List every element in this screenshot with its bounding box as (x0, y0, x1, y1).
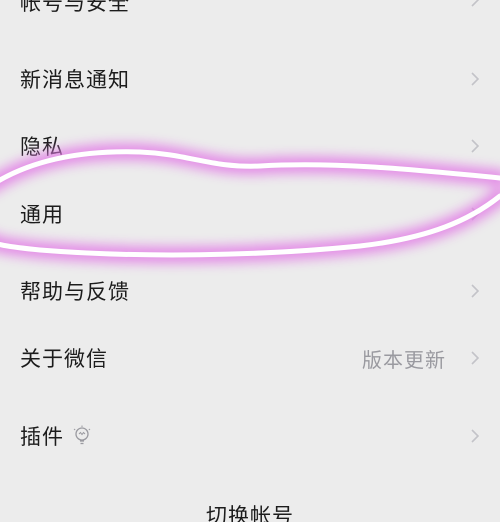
settings-item-privacy[interactable]: 隐私 (0, 129, 500, 163)
settings-item-plugins[interactable]: 插件 (0, 419, 500, 453)
settings-item-label: 新消息通知 (20, 68, 130, 92)
chevron-right-icon (471, 0, 480, 7)
chevron-right-icon (471, 351, 480, 365)
settings-item-label: 帐号与安全 (20, 0, 130, 15)
settings-item-account-security[interactable]: 帐号与安全 (0, 0, 500, 18)
settings-item-label: 帮助与反馈 (20, 280, 130, 304)
chevron-right-icon (471, 139, 480, 153)
settings-screen: 帐号与安全 新消息通知 隐私 通用 帮助与反馈 关于微信 版本更新 插件 切换帐… (0, 0, 500, 522)
settings-item-label: 插件 (20, 425, 64, 449)
settings-item-general[interactable]: 通用 (0, 197, 500, 231)
lightbulb-icon (73, 425, 91, 445)
chevron-right-icon (471, 429, 480, 443)
chevron-right-icon (471, 284, 480, 298)
chevron-right-icon (471, 207, 480, 221)
switch-account-button[interactable]: 切换帐号 (0, 500, 500, 522)
chevron-right-icon (471, 72, 480, 86)
settings-item-label: 隐私 (20, 135, 64, 159)
version-update-text: 版本更新 (362, 347, 446, 372)
settings-item-about-wechat[interactable]: 关于微信 版本更新 (0, 341, 500, 375)
settings-item-help-feedback[interactable]: 帮助与反馈 (0, 274, 500, 308)
settings-item-label: 关于微信 (20, 347, 108, 371)
settings-item-new-message-notification[interactable]: 新消息通知 (0, 62, 500, 96)
settings-item-label: 通用 (20, 203, 64, 227)
